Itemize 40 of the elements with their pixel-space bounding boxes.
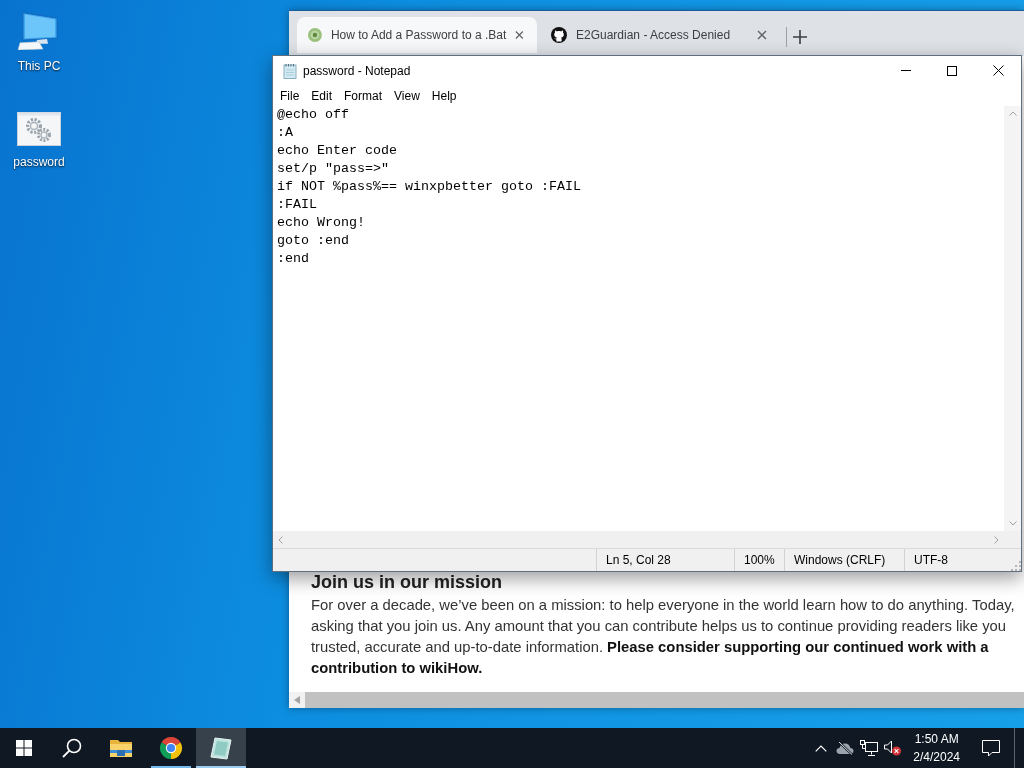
menu-item[interactable]: Format [338, 85, 389, 106]
menu-item[interactable]: View [388, 85, 426, 106]
round-favicon-icon [308, 27, 322, 43]
notification-icon[interactable] [982, 739, 1000, 757]
menu-item[interactable]: File [274, 85, 306, 106]
gears-file-icon [17, 112, 61, 146]
chevron-up-icon[interactable] [815, 744, 828, 752]
resize-grip-icon[interactable] [1011, 561, 1021, 571]
close-icon[interactable] [992, 65, 1004, 76]
desktop-shortcut[interactable]: This PC [4, 10, 74, 73]
desktop-shortcut[interactable]: password [4, 112, 74, 169]
status-text: 100% [744, 553, 775, 567]
crossed-cloud-icon[interactable] [836, 741, 855, 755]
page-paragraph: For over a decade, we’ve been on a mission: to help everyone in the world learn how to do anything. Today, asking that you join us. Any amount that you can contribute helps us to continue providing readers like you trusted, accurate and up-to-date information. Please consider supporting our continued work with a contribution to wikiHow. [311, 596, 1016, 678]
status-text: Windows (CRLF) [794, 553, 886, 567]
notepad-icon [209, 736, 233, 760]
browser-tab[interactable]: How to Add a Password to a .Bat [297, 17, 537, 53]
folder-icon [109, 738, 133, 758]
plus-icon[interactable] [792, 28, 808, 45]
menu-item[interactable]: Help [425, 85, 463, 106]
window-title: password - Notepad [303, 63, 412, 78]
windows-start-icon[interactable] [16, 740, 32, 756]
text-editor[interactable]: @echo off :A echo Enter code set/p "pass=>" if NOT %pass%== winxpbetter goto :FAIL :FAIL echo Wrong! goto :end :end [273, 106, 1004, 531]
search-icon[interactable] [62, 738, 82, 758]
status-text: UTF-8 [914, 553, 948, 567]
network-icon[interactable] [860, 740, 879, 756]
clock-time[interactable]: 1:50 AM [914, 730, 959, 748]
muted-speaker-icon[interactable] [884, 740, 903, 756]
horizontal-scrollbar[interactable] [289, 692, 1024, 708]
notepad-icon [283, 62, 297, 79]
computer-icon [17, 10, 61, 50]
chrome-icon [159, 736, 183, 760]
taskbar-button[interactable] [196, 728, 246, 768]
page-heading: Join us in our mission [311, 571, 504, 593]
maximize-icon[interactable] [947, 65, 957, 76]
browser-tab[interactable]: E2Guardian - Access Denied [540, 17, 780, 53]
cat-logo-icon [551, 27, 567, 43]
status-text: Ln 5, Col 28 [606, 553, 671, 567]
clock-date[interactable]: 2/4/2024 [913, 748, 960, 766]
menu-item[interactable]: Edit [305, 85, 339, 106]
